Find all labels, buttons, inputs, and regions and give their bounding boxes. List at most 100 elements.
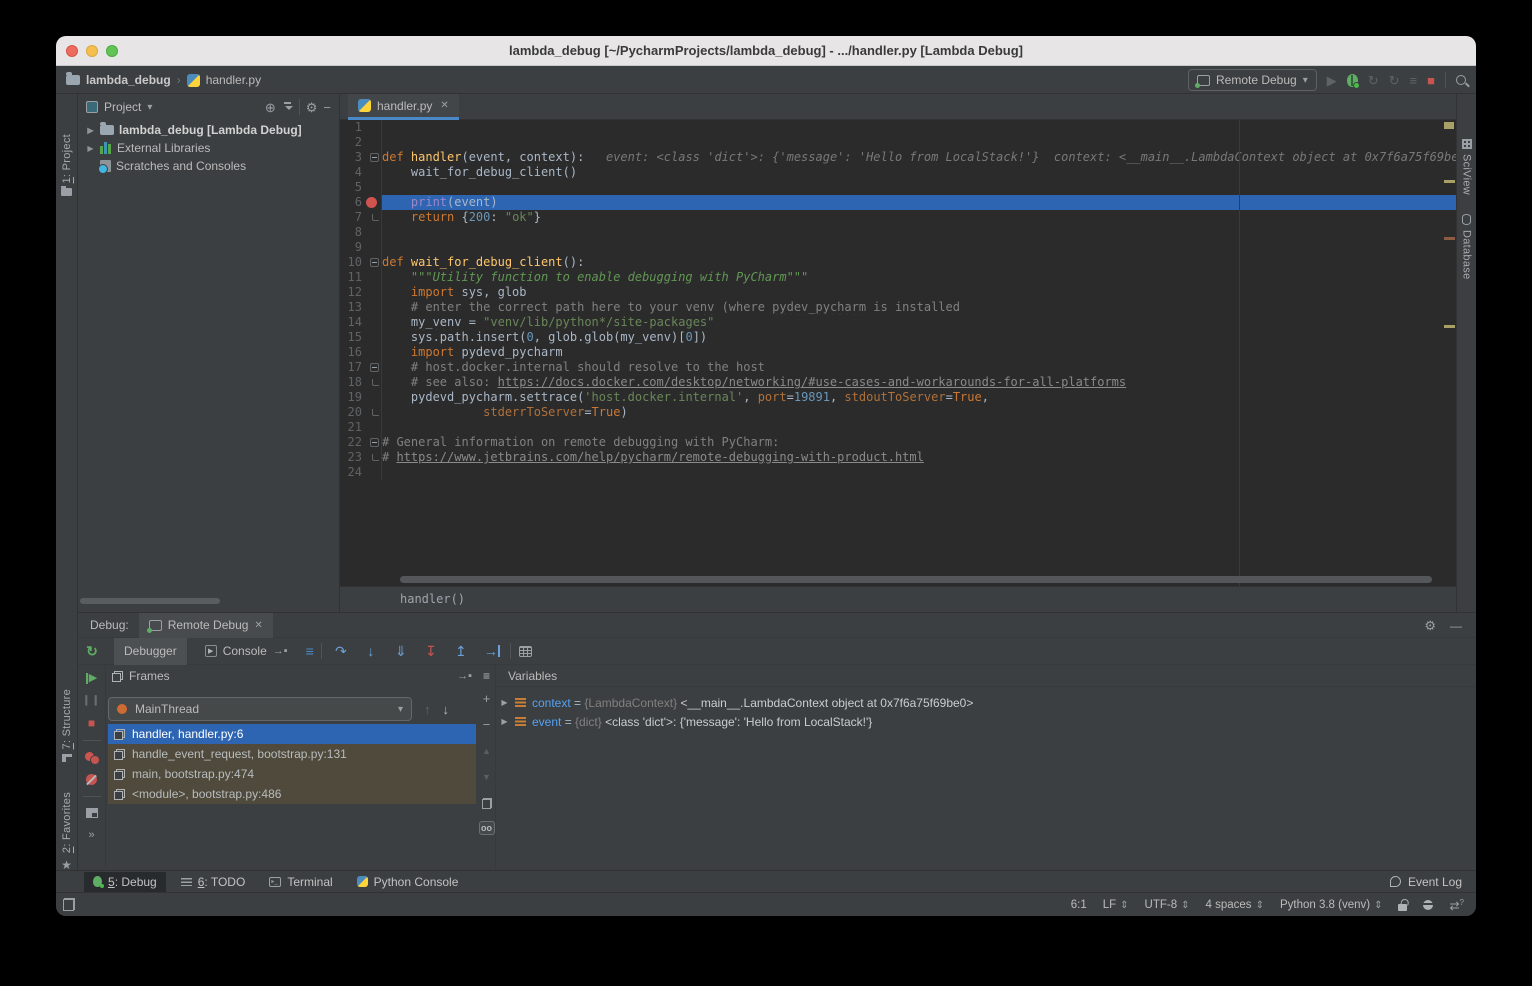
- show-watches-toggle[interactable]: oo: [479, 821, 495, 835]
- gutter[interactable]: [362, 240, 382, 255]
- variable-row-context[interactable]: ▶context = {LambdaContext} <__main__.Lam…: [500, 693, 1476, 712]
- tree-item-lambda_debug[interactable]: ▶lambda_debug [Lambda Debug]: [78, 121, 339, 139]
- editor-horizontal-scrollbar[interactable]: [400, 576, 1432, 583]
- layout-settings-icon[interactable]: ≡: [306, 643, 313, 659]
- fold-end-icon[interactable]: [372, 409, 379, 416]
- gutter[interactable]: [362, 345, 382, 360]
- warning-marker[interactable]: [1444, 237, 1455, 240]
- restore-layout-button[interactable]: [86, 808, 98, 818]
- gutter[interactable]: [362, 285, 382, 300]
- warning-marker[interactable]: [1444, 325, 1455, 328]
- step-into-button[interactable]: ↓: [360, 643, 382, 659]
- gutter[interactable]: [362, 405, 382, 420]
- code-line-3[interactable]: 3def handler(event, context): event: <cl…: [340, 150, 1456, 165]
- rerun-button[interactable]: ↻: [78, 643, 106, 660]
- code-line-23[interactable]: 23# https://www.jetbrains.com/help/pycha…: [340, 450, 1456, 465]
- code-line-20[interactable]: 20 stderrToServer=True): [340, 405, 1456, 420]
- move-watch-down-button[interactable]: ▼: [482, 765, 491, 791]
- gutter[interactable]: [362, 120, 382, 135]
- thread-selector[interactable]: MainThread ▾: [108, 697, 412, 721]
- code-line-8[interactable]: 8: [340, 225, 1456, 240]
- expand-arrow-icon[interactable]: ▶: [86, 144, 95, 153]
- frame-row[interactable]: <module>, bootstrap.py:486: [108, 784, 476, 804]
- sidebar-item-favorites[interactable]: 2: Favorites ★: [56, 792, 77, 872]
- code-line-13[interactable]: 13 # enter the correct path here to your…: [340, 300, 1456, 315]
- evaluate-expression-button[interactable]: [519, 646, 532, 657]
- fold-end-icon[interactable]: [372, 214, 379, 221]
- tab-console[interactable]: ▶ Console →▪: [195, 638, 298, 665]
- chevron-down-icon[interactable]: ▾: [147, 102, 152, 113]
- fold-collapse-icon[interactable]: [370, 258, 379, 267]
- frame-row[interactable]: handler, handler.py:6: [108, 724, 476, 744]
- float-window-icon[interactable]: →▪: [457, 670, 472, 682]
- event-log-button[interactable]: Event Log: [1390, 875, 1462, 889]
- gutter[interactable]: [362, 300, 382, 315]
- fold-end-icon[interactable]: [372, 454, 379, 461]
- sidebar-item-project[interactable]: 1: Project: [56, 134, 77, 196]
- tab-debugger[interactable]: Debugger: [114, 638, 187, 665]
- tool-tab-todo[interactable]: 6: TODO: [172, 872, 255, 892]
- breakpoint-icon[interactable]: [366, 197, 377, 208]
- code-editor[interactable]: 123def handler(event, context): event: <…: [340, 120, 1456, 586]
- editor-breadcrumb[interactable]: handler(): [340, 586, 1456, 612]
- code-line-4[interactable]: 4 wait_for_debug_client(): [340, 165, 1456, 180]
- profiler-button[interactable]: ↻: [1389, 74, 1400, 87]
- gutter[interactable]: [362, 315, 382, 330]
- update-icon[interactable]: ⇄?: [1449, 898, 1464, 913]
- variables-menu-icon[interactable]: ≡: [483, 665, 490, 687]
- code-line-16[interactable]: 16 import pydevd_pycharm: [340, 345, 1456, 360]
- expand-arrow-icon[interactable]: ▶: [500, 698, 509, 707]
- move-watch-up-button[interactable]: ▲: [482, 739, 491, 765]
- view-breakpoints-button[interactable]: [85, 752, 98, 763]
- close-session-icon[interactable]: ✕: [254, 620, 262, 631]
- locate-file-button[interactable]: ⊕: [265, 101, 276, 114]
- frame-row[interactable]: main, bootstrap.py:474: [108, 764, 476, 784]
- gutter[interactable]: [362, 465, 382, 480]
- status-item-python-3-8-venv-[interactable]: Python 3.8 (venv)⇕: [1280, 899, 1383, 911]
- hide-panel-button[interactable]: −: [323, 101, 331, 114]
- fold-collapse-icon[interactable]: [370, 153, 379, 162]
- code-line-14[interactable]: 14 my_venv = "venv/lib/python*/site-pack…: [340, 315, 1456, 330]
- fold-end-icon[interactable]: [372, 379, 379, 386]
- coverage-button[interactable]: ↻: [1368, 74, 1379, 87]
- breadcrumb-project[interactable]: lambda_debug: [86, 73, 171, 87]
- sidebar-item-database[interactable]: Database: [1457, 214, 1476, 280]
- run-button[interactable]: ▶: [1327, 74, 1337, 87]
- gutter[interactable]: [362, 360, 382, 375]
- float-window-icon[interactable]: →▪: [273, 645, 288, 657]
- hide-debug-panel-button[interactable]: —: [1450, 619, 1462, 633]
- tab-handler-py[interactable]: handler.py ✕: [348, 94, 459, 120]
- gutter[interactable]: [362, 435, 382, 450]
- gutter[interactable]: [362, 195, 382, 210]
- project-panel-title[interactable]: Project: [104, 100, 141, 114]
- gutter[interactable]: [362, 225, 382, 240]
- gutter[interactable]: [362, 270, 382, 285]
- tab-remote-debug-session[interactable]: Remote Debug ✕: [139, 613, 273, 638]
- stop-session-button[interactable]: ■: [88, 717, 95, 729]
- tool-tab-terminal[interactable]: ▸_Terminal: [260, 872, 341, 892]
- status-item-4-spaces[interactable]: 4 spaces⇕: [1206, 899, 1264, 911]
- gutter[interactable]: [362, 150, 382, 165]
- code-line-2[interactable]: 2: [340, 135, 1456, 150]
- highlighting-level-icon[interactable]: [1423, 900, 1433, 910]
- code-line-5[interactable]: 5: [340, 180, 1456, 195]
- force-step-into-button[interactable]: ⇓: [390, 643, 412, 660]
- close-tab-icon[interactable]: ✕: [440, 100, 448, 111]
- breadcrumb-file[interactable]: handler.py: [206, 73, 261, 87]
- project-settings-gear-icon[interactable]: ⚙: [306, 101, 318, 114]
- pause-program-button[interactable]: ❙❙: [82, 695, 101, 706]
- code-line-19[interactable]: 19 pydevd_pycharm.settrace('host.docker.…: [340, 390, 1456, 405]
- status-item-lf[interactable]: LF⇕: [1103, 899, 1129, 911]
- status-item-utf-8[interactable]: UTF-8⇕: [1145, 899, 1190, 911]
- step-out-button[interactable]: ↥: [450, 643, 472, 660]
- search-everywhere-icon[interactable]: [1456, 75, 1466, 85]
- stop-button[interactable]: ■: [1427, 74, 1435, 87]
- code-line-22[interactable]: 22# General information on remote debugg…: [340, 435, 1456, 450]
- gutter[interactable]: [362, 135, 382, 150]
- code-line-11[interactable]: 11 """Utility function to enable debuggi…: [340, 270, 1456, 285]
- gutter[interactable]: [362, 450, 382, 465]
- tool-tab-debug[interactable]: 5: Debug: [84, 872, 166, 892]
- more-actions-icon[interactable]: »: [88, 829, 94, 841]
- step-over-button[interactable]: ↷: [330, 643, 352, 660]
- code-line-12[interactable]: 12 import sys, glob: [340, 285, 1456, 300]
